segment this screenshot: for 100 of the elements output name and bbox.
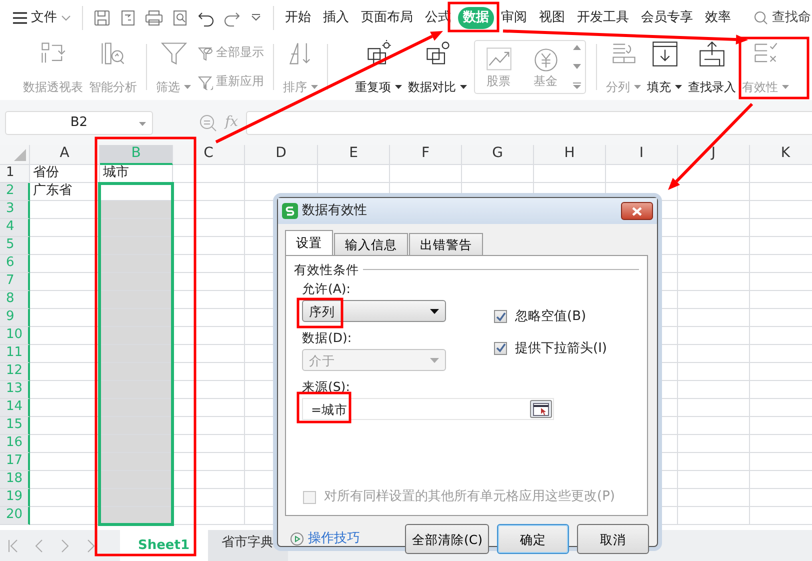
close-button[interactable] <box>621 202 653 220</box>
dialog-tab[interactable]: 设置 <box>285 230 333 256</box>
table-cell <box>678 219 750 237</box>
ribbon-button[interactable]: 填充 <box>644 38 685 96</box>
scroll-down-icon[interactable] <box>573 64 581 68</box>
column-header[interactable]: E <box>318 145 390 165</box>
ribbon-tab[interactable]: 插入 <box>318 7 354 29</box>
close-icon <box>632 206 642 216</box>
dialog-tab[interactable]: 出错警告 <box>409 233 483 255</box>
annotation-box <box>296 298 344 328</box>
column-header[interactable]: G <box>462 145 534 165</box>
preview-icon[interactable] <box>171 9 189 27</box>
column-header[interactable]: J <box>678 145 750 165</box>
checkbox-label: 对所有同样设置的其他所有单元格应用这些更改(P) <box>324 489 615 505</box>
ribbon-tab[interactable]: 审阅 <box>496 7 532 29</box>
caret-down-icon[interactable] <box>139 122 146 126</box>
table-cell <box>678 507 750 525</box>
caret-down-icon <box>782 84 789 89</box>
column-header[interactable]: H <box>534 145 606 165</box>
column-header[interactable]: F <box>390 145 462 165</box>
app-logo-icon <box>282 203 298 219</box>
source-field[interactable]: =城市 <box>302 398 554 420</box>
ribbon-button[interactable]: 查找录入 <box>685 38 739 96</box>
range-picker-button[interactable] <box>530 400 552 418</box>
table-cell <box>678 183 750 201</box>
dialog-button[interactable]: 全部清除(C) <box>405 524 489 554</box>
ribbon-tab[interactable]: 开发工具 <box>572 7 634 29</box>
table-cell: 省份 <box>30 165 100 183</box>
row-header[interactable]: 1 <box>0 165 30 183</box>
table-cell <box>678 237 750 255</box>
print-icon[interactable] <box>145 9 163 27</box>
table-cell <box>173 183 245 201</box>
table-cell <box>678 435 750 453</box>
table-cell <box>678 309 750 327</box>
table-cell <box>678 453 750 471</box>
previous-icon[interactable] <box>34 538 44 552</box>
scroll-up-icon[interactable] <box>573 45 581 50</box>
column-header[interactable]: A <box>30 145 100 165</box>
caret-down-icon <box>675 84 682 89</box>
column-header[interactable]: I <box>606 145 678 165</box>
document-icon[interactable] <box>119 9 137 27</box>
search-label[interactable]: 查找命 <box>772 10 811 26</box>
ribbon-tab[interactable]: 页面布局 <box>356 7 418 29</box>
ribbon-button[interactable]: 数据对比 <box>405 38 470 96</box>
table-cell <box>678 399 750 417</box>
dropdown-icon[interactable] <box>251 14 261 22</box>
zoom-out-icon[interactable] <box>199 114 217 132</box>
table-cell <box>678 381 750 399</box>
table-cell <box>678 273 750 291</box>
table-cell <box>678 489 750 507</box>
ribbon-tab[interactable]: 会员专享 <box>636 7 698 29</box>
check-icon <box>496 312 506 322</box>
yen-icon <box>532 46 560 74</box>
table-cell <box>678 291 750 309</box>
range-picker-icon <box>533 402 549 416</box>
menu-icon <box>13 12 27 24</box>
caret-down-icon <box>430 308 439 314</box>
upload-icon <box>698 40 726 68</box>
ribbon-tab[interactable]: 效率 <box>700 7 736 29</box>
table-cell <box>678 471 750 489</box>
caret-down-icon <box>184 84 191 89</box>
dialog-tab[interactable]: 输入信息 <box>334 233 408 255</box>
field-label: 数据(D): <box>302 330 353 345</box>
formula-input[interactable] <box>246 110 812 134</box>
name-box[interactable]: B2 <box>5 110 153 134</box>
table-cell <box>678 201 750 219</box>
table-cell <box>678 417 750 435</box>
dialog-button[interactable]: 确定 <box>497 524 569 554</box>
field-label: 来源(S): <box>302 379 350 394</box>
dialog-button[interactable]: 取消 <box>577 524 649 554</box>
table-cell: 广东省 <box>30 183 100 201</box>
column-header[interactable]: C <box>173 145 245 165</box>
dialog-title: 数据有效性 <box>302 203 367 219</box>
ribbon-button[interactable]: 重复项 <box>352 38 405 96</box>
caret-down-icon <box>430 358 439 362</box>
annotation-box <box>296 392 352 424</box>
table-cell <box>173 165 245 183</box>
filter-icon <box>197 44 213 60</box>
checkbox[interactable] <box>494 342 507 355</box>
file-menu[interactable]: 文件 <box>8 7 76 29</box>
checkbox[interactable] <box>494 310 507 324</box>
table-cell <box>678 165 750 183</box>
search-icon <box>754 11 768 25</box>
table-cell <box>678 363 750 381</box>
last-sheet-icon[interactable] <box>86 538 96 552</box>
dropdown-field[interactable]: 序列 <box>302 300 446 322</box>
caret-down-icon <box>634 84 641 89</box>
column-header[interactable]: D <box>245 145 318 165</box>
first-sheet-icon[interactable] <box>8 538 18 552</box>
next-icon[interactable] <box>60 538 70 552</box>
table-cell <box>678 255 750 273</box>
expand-icon[interactable] <box>573 82 581 89</box>
ribbon-tab[interactable]: 开始 <box>280 7 316 29</box>
tips-link[interactable]: 操作技巧 <box>308 531 360 547</box>
play-icon[interactable] <box>290 532 304 546</box>
save-icon[interactable] <box>93 9 111 27</box>
table-cell <box>678 345 750 363</box>
caret-down-icon <box>395 84 402 89</box>
ribbon-tab[interactable]: 视图 <box>534 7 570 29</box>
column-header[interactable]: K <box>750 145 812 165</box>
